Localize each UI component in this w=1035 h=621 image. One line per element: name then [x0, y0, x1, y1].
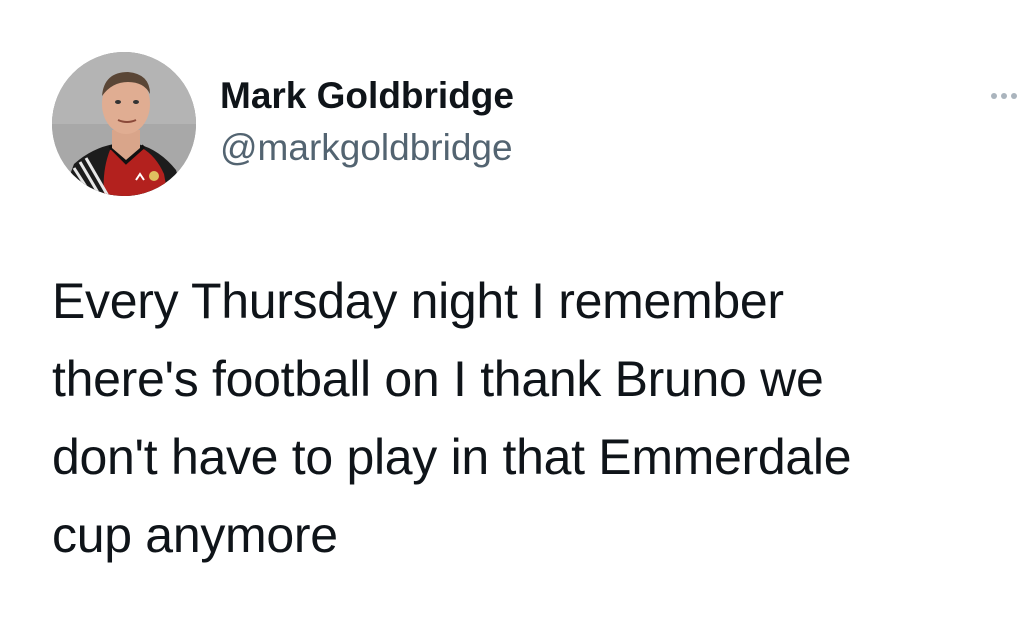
tweet-text: Every Thursday night I remember there's … — [52, 262, 1012, 574]
tweet-text-line: there's football on I thank Bruno we — [52, 351, 824, 407]
profile-photo-icon — [52, 52, 196, 196]
tweet-text-line: cup anymore — [52, 507, 338, 563]
tweet-card: Mark Goldbridge @markgoldbridge Every Th… — [0, 0, 1035, 621]
more-horizontal-icon-dot — [1001, 93, 1007, 99]
tweet-text-line: don't have to play in that Emmerdale — [52, 429, 852, 485]
more-horizontal-icon-dot — [1011, 93, 1017, 99]
tweet-text-line: Every Thursday night I remember — [52, 273, 784, 329]
more-horizontal-icon — [991, 93, 997, 99]
author-display-name[interactable]: Mark Goldbridge — [220, 74, 514, 118]
avatar[interactable] — [52, 52, 196, 196]
more-options-button[interactable] — [982, 86, 1026, 106]
author-handle[interactable]: @markgoldbridge — [220, 126, 513, 170]
